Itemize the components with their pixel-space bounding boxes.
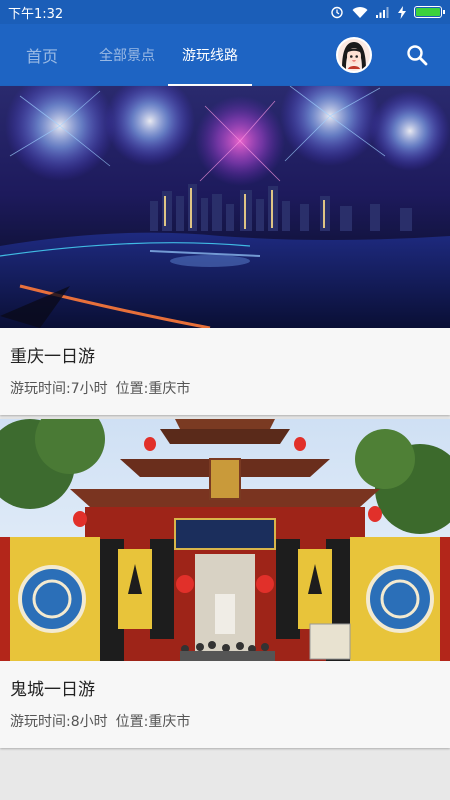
- chongqing-night-fireworks-photo: [0, 86, 450, 328]
- fengdu-ghost-city-gate-photo: [0, 419, 450, 661]
- avatar[interactable]: [336, 37, 372, 73]
- tab-all-attractions[interactable]: 全部景点: [99, 24, 155, 86]
- route-card[interactable]: 重庆一日游 游玩时间:7小时 位置:重庆市: [0, 86, 450, 415]
- tab-tour-routes-label: 游玩线路: [182, 48, 238, 64]
- tab-home-label: 首页: [26, 47, 59, 66]
- route-duration: 游玩时间:7小时: [10, 381, 108, 397]
- route-title: 重庆一日游: [10, 347, 95, 367]
- route-location: 位置:重庆市: [115, 381, 191, 397]
- tab-tour-routes[interactable]: 游玩线路: [168, 24, 252, 86]
- search-icon: [407, 45, 428, 66]
- wifi-icon: [352, 6, 368, 19]
- status-time: 下午1:32: [8, 6, 64, 22]
- status-bar: 下午1:32: [0, 0, 450, 24]
- tab-all-attractions-label: 全部景点: [99, 48, 155, 64]
- status-icons: [330, 5, 445, 19]
- tab-home[interactable]: 首页: [26, 24, 58, 86]
- route-card[interactable]: 鬼城一日游 游玩时间:8小时 位置:重庆市: [0, 419, 450, 748]
- alarm-icon: [330, 5, 344, 19]
- signal-icon: [376, 6, 390, 18]
- route-meta: 游玩时间:7小时 位置:重庆市: [10, 378, 190, 398]
- route-duration: 游玩时间:8小时: [10, 714, 108, 730]
- route-location: 位置:重庆市: [115, 714, 191, 730]
- route-meta: 游玩时间:8小时 位置:重庆市: [10, 711, 190, 731]
- route-title: 鬼城一日游: [10, 680, 95, 700]
- avatar-icon: [338, 39, 370, 71]
- battery-level: [416, 8, 440, 16]
- battery-icon: [414, 6, 445, 18]
- search-button[interactable]: [402, 40, 432, 70]
- app-bar: 首页 全部景点 游玩线路: [0, 24, 450, 86]
- charging-icon: [398, 5, 406, 19]
